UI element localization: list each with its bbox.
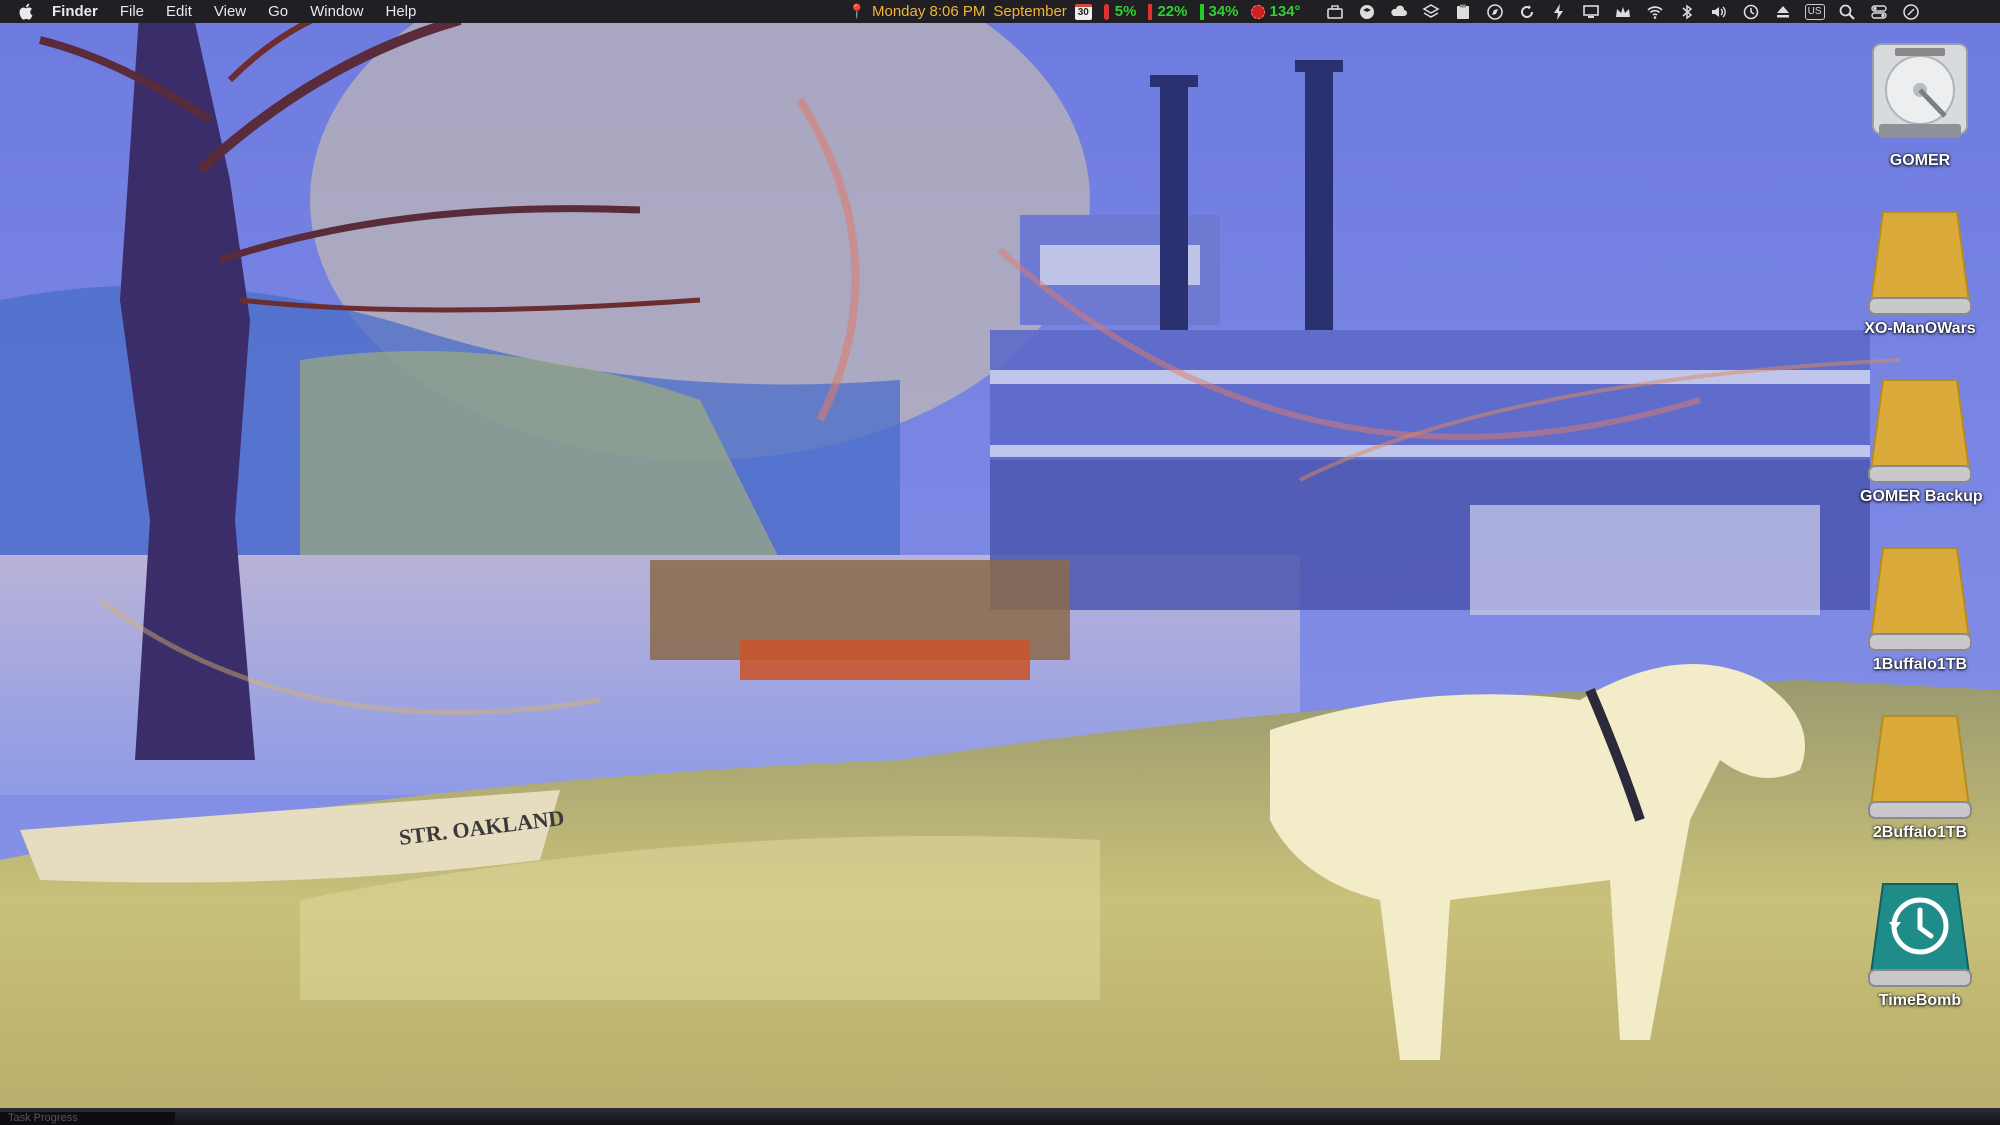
desktop-icon-label: 2Buffalo1TB	[1872, 824, 1968, 841]
menubar-clock[interactable]: Monday 8:06 PM September	[872, 3, 1075, 20]
external-disk-icon	[1865, 710, 1975, 822]
menu-go[interactable]: Go	[268, 3, 288, 20]
spotlight-search-icon[interactable]	[1838, 3, 1856, 21]
clock-month: September	[993, 3, 1067, 20]
menu-app-finder[interactable]: Finder	[52, 3, 98, 20]
calendar-date-badge[interactable]: 30	[1074, 3, 1092, 20]
menu-edit[interactable]: Edit	[166, 3, 192, 20]
thermometer-icon	[1103, 3, 1109, 20]
disk-stat[interactable]: 34%	[1199, 3, 1239, 20]
pin-icon[interactable]: 📍	[848, 3, 865, 20]
briefcase-icon[interactable]	[1326, 3, 1344, 21]
desktop-icon-label: GOMER Backup	[1860, 488, 1983, 505]
external-disk-icon	[1865, 542, 1975, 654]
external-disk-icon	[1865, 206, 1975, 318]
input-source-label: US	[1804, 3, 1825, 20]
bolt-icon[interactable]	[1550, 3, 1568, 21]
time-machine-icon[interactable]	[1742, 3, 1760, 21]
menu-help[interactable]: Help	[386, 3, 417, 20]
status-tray: US	[1319, 3, 1927, 21]
external-disk-icon	[1865, 374, 1975, 486]
refresh-icon[interactable]	[1518, 3, 1536, 21]
menu-window[interactable]: Window	[310, 3, 363, 20]
menu-view[interactable]: View	[214, 3, 246, 20]
desktop-icon-label: TimeBomb	[1878, 992, 1962, 1009]
bluetooth-icon[interactable]	[1678, 3, 1696, 21]
desktop-icon-label: 1Buffalo1TB	[1872, 656, 1968, 673]
desktop-wallpaper: STR. OAKLAND	[0, 0, 2000, 1125]
volume-icon[interactable]	[1710, 3, 1728, 21]
cpu-temp-stat[interactable]: 134°	[1250, 3, 1301, 20]
desktop-icon-xo-manowars[interactable]: XO-ManOWars	[1860, 206, 1980, 338]
internal-disk-icon	[1865, 38, 1975, 150]
menu-bar: Finder File Edit View Go Window Help 📍 M…	[0, 0, 2000, 23]
temperature-stat[interactable]: 5%	[1103, 3, 1137, 20]
layers-icon[interactable]	[1422, 3, 1440, 21]
dropbox-icon[interactable]	[1358, 3, 1376, 21]
control-center-icon[interactable]	[1870, 3, 1888, 21]
compass-icon[interactable]	[1486, 3, 1504, 21]
disk-stat-value: 34%	[1208, 3, 1239, 20]
desktop-icon-gomer[interactable]: GOMER	[1860, 38, 1980, 170]
clock-day-time: Monday 8:06 PM	[872, 3, 986, 20]
crown-icon[interactable]	[1614, 3, 1632, 21]
cpu-icon	[1250, 4, 1265, 19]
menu-file[interactable]: File	[120, 3, 144, 20]
cpu-temp-value: 134°	[1269, 3, 1301, 20]
task-progress-label: Task Progress	[0, 1112, 175, 1125]
disk-gauge-icon	[1199, 3, 1204, 20]
desktop-icon-gomer-backup[interactable]: GOMER Backup	[1860, 374, 1983, 506]
desktop-icon-label: XO-ManOWars	[1864, 320, 1976, 337]
input-source-icon[interactable]: US	[1804, 3, 1825, 21]
wifi-icon[interactable]	[1646, 3, 1664, 21]
display-icon[interactable]	[1582, 3, 1600, 21]
notification-center-icon[interactable]	[1902, 3, 1920, 21]
desktop-icon-1buffalo1tb[interactable]: 1Buffalo1TB	[1860, 542, 1980, 674]
memory-stat[interactable]: 22%	[1148, 3, 1188, 20]
desktop-icon-label: GOMER	[1889, 152, 1951, 169]
apple-icon[interactable]	[18, 3, 36, 20]
bottom-edge-bar	[0, 1108, 2000, 1125]
memory-gauge-icon	[1148, 3, 1153, 20]
desktop-icon-2buffalo1tb[interactable]: 2Buffalo1TB	[1860, 710, 1980, 842]
clipboard-icon[interactable]	[1454, 3, 1472, 21]
cloud-sync-icon[interactable]	[1390, 3, 1408, 21]
desktop-icon-timebomb[interactable]: TimeBomb	[1860, 878, 1980, 1010]
temperature-stat-value: 5%	[1114, 3, 1137, 20]
eject-icon[interactable]	[1774, 3, 1792, 21]
time-machine-disk-icon	[1865, 878, 1975, 990]
memory-stat-value: 22%	[1157, 3, 1188, 20]
